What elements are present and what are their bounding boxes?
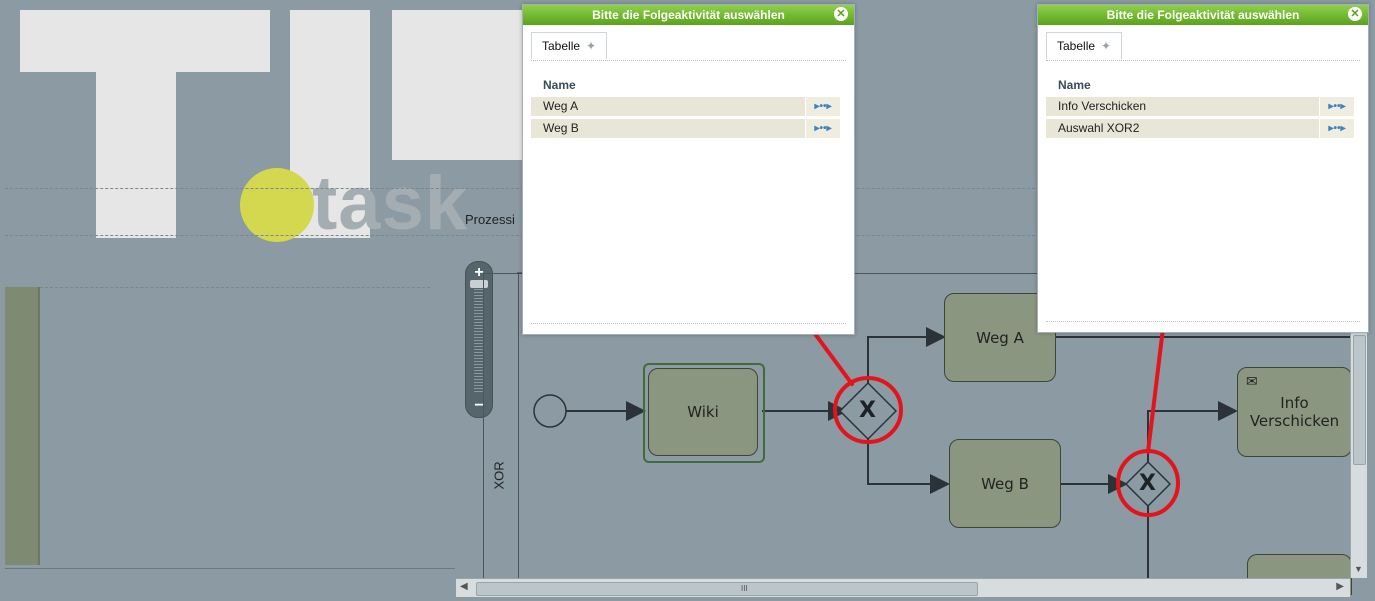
tab-separator [531,60,846,61]
flow-gateway-weg-b [867,439,950,494]
tab-separator [1046,60,1360,61]
tab-label: Tabelle [1057,39,1096,53]
dialog-footer-line [1046,321,1360,322]
task-wiki-label: Wiki [687,403,719,421]
tab-tabelle[interactable]: Tabelle ✦ [1046,32,1123,59]
list-item-label: Weg A [543,99,579,113]
task-weg-b-label: Weg B [981,474,1029,493]
tab-tabelle[interactable]: Tabelle ✦ [531,32,608,59]
list-item[interactable]: Auswahl XOR2 ▸••▸ [1046,119,1354,139]
dialog-title-bar[interactable]: Bitte die Folgeaktivität auswählen ✕ [523,5,854,25]
scroll-left-icon[interactable]: ◀ [460,581,468,592]
list-item-label: Auswahl XOR2 [1058,121,1140,135]
pin-icon[interactable]: ✦ [1101,33,1111,59]
list-item[interactable]: Weg B ▸••▸ [531,119,840,139]
dialog-title: Bitte die Folgeaktivität auswählen [1106,8,1300,22]
goto-arrow-icon[interactable]: ▸••▸ [1319,119,1354,138]
envelope-icon: ✉ [1246,374,1258,390]
list-item-label: Weg B [543,121,579,135]
task-wiki[interactable]: Wiki [648,368,758,456]
dialog-select-next-activity-1: Bitte die Folgeaktivität auswählen ✕ Tab… [522,4,855,335]
gateway-2-symbol: X [1139,471,1156,496]
dialog-select-next-activity-2: Bitte die Folgeaktivität auswählen ✕ Tab… [1037,4,1369,333]
column-header-name: Name [543,78,576,92]
screenshot-stage: task n Prozessi + − XOR [0,0,1375,601]
vertical-scroll-thumb[interactable] [1353,335,1366,465]
pin-icon[interactable]: ✦ [586,33,596,59]
dialog-title: Bitte die Folgeaktivität auswählen [592,8,785,22]
gateway-1-symbol: X [859,398,876,423]
close-icon[interactable]: ✕ [834,7,848,21]
list-item[interactable]: Weg A ▸••▸ [531,97,840,117]
vertical-scrollbar[interactable]: ▼ [1350,333,1367,578]
task-info-verschicken[interactable]: ✉ Info Verschicken [1237,367,1352,457]
start-event[interactable] [533,394,567,428]
horizontal-scrollbar[interactable]: ◀ III ▶ [456,578,1350,597]
task-info-label-line2: Verschicken [1249,412,1340,430]
tab-label: Tabelle [542,39,581,53]
task-info-label-line1: Info [1280,394,1309,412]
column-header-name: Name [1058,78,1091,92]
flow-gateway-weg-a [867,327,946,383]
goto-arrow-icon[interactable]: ▸••▸ [1319,97,1354,116]
close-icon[interactable]: ✕ [1348,7,1362,21]
goto-arrow-icon[interactable]: ▸••▸ [805,119,840,138]
dialog-title-bar[interactable]: Bitte die Folgeaktivität auswählen ✕ [1038,5,1368,25]
scroll-right-icon[interactable]: ▶ [1336,581,1344,592]
task-weg-a-label: Weg A [976,328,1024,347]
list-item[interactable]: Info Verschicken ▸••▸ [1046,97,1354,117]
goto-arrow-icon[interactable]: ▸••▸ [805,97,840,116]
scroll-grip: III [741,584,748,593]
list-item-label: Info Verschicken [1058,99,1147,113]
horizontal-scroll-thumb[interactable]: III [476,582,978,596]
dialog-footer-line [531,323,846,324]
task-weg-b[interactable]: Weg B [949,439,1061,528]
scroll-down-icon[interactable]: ▼ [1354,564,1363,574]
